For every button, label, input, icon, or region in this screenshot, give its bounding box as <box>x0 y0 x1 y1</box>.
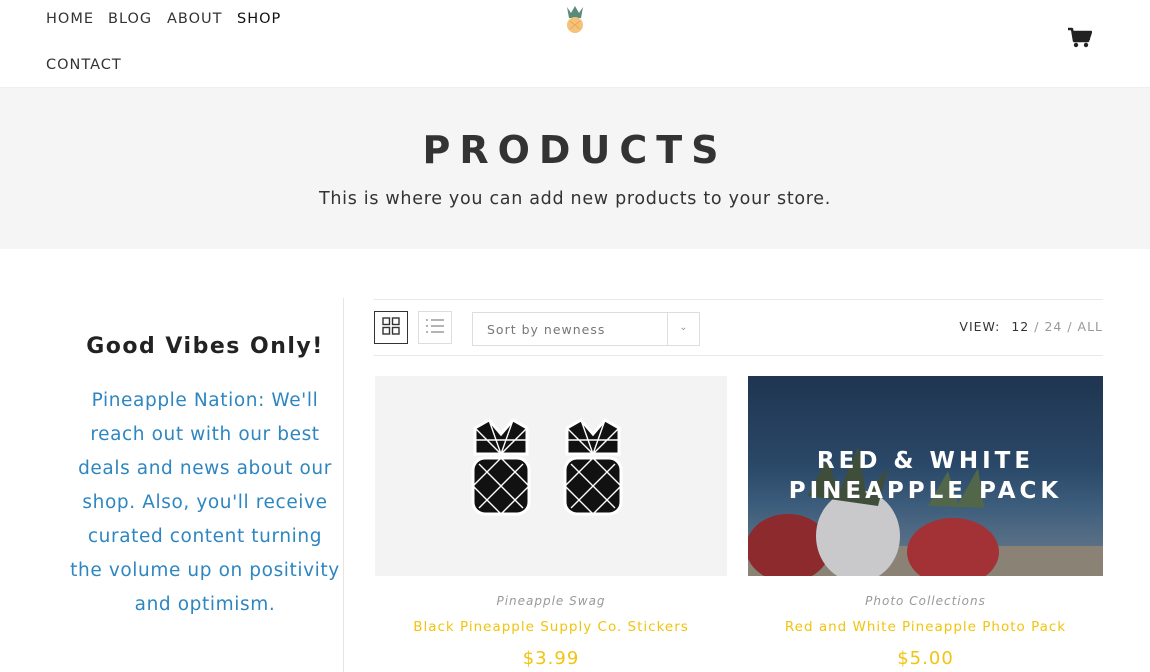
sticker-artwork <box>471 418 623 516</box>
sidebar-text: Pineapple Nation: We'll reach out with o… <box>70 390 340 615</box>
product-price: $5.00 <box>897 648 954 669</box>
product-name[interactable]: Black Pineapple Supply Co. Stickers <box>375 619 727 635</box>
grid-view-icon <box>382 316 400 339</box>
nav-blog[interactable]: BLOG <box>108 11 152 27</box>
sidebar: Good Vibes Only! Pineapple Nation: We'll… <box>60 298 344 672</box>
chevron-down-icon: ⌄ <box>667 313 699 345</box>
image-caption-line-2: PINEAPPLE PACK <box>788 478 1063 504</box>
view-count-separator: / <box>1034 319 1045 334</box>
page-title: PRODUCTS <box>422 128 728 172</box>
view-count-selector: VIEW: 12 / 24 / ALL <box>959 319 1103 334</box>
view-count-24[interactable]: 24 <box>1044 319 1062 334</box>
nav-contact[interactable]: CONTACT <box>46 57 122 73</box>
shopping-cart-icon[interactable] <box>1068 27 1093 49</box>
product-price: $3.99 <box>522 648 580 669</box>
pineapple-logo[interactable] <box>564 3 586 35</box>
product-name[interactable]: Red and White Pineapple Photo Pack <box>748 619 1103 635</box>
shop-toolbar: Sort by newness ⌄ VIEW: 12 / 24 / ALL <box>374 299 1103 356</box>
image-caption-line-1: RED & WHITE <box>816 448 1035 474</box>
nav-shop[interactable]: SHOP <box>237 11 281 27</box>
product-image[interactable]: RED & WHITE PINEAPPLE PACK <box>748 376 1103 576</box>
view-count-label: VIEW: <box>959 319 1001 334</box>
site-header: HOME BLOG ABOUT SHOP CONTACT <box>0 0 1150 88</box>
product-image[interactable] <box>375 376 727 576</box>
list-view-button[interactable] <box>418 311 452 344</box>
product-card: RED & WHITE PINEAPPLE PACK Photo Collect… <box>748 376 1103 669</box>
product-category[interactable]: Pineapple Swag <box>375 594 727 608</box>
product-card: Pineapple Swag Black Pineapple Supply Co… <box>375 376 727 669</box>
list-view-icon <box>425 318 445 337</box>
sort-select[interactable]: Sort by newness ⌄ <box>472 312 700 346</box>
page-banner: PRODUCTS This is where you can add new p… <box>0 88 1150 249</box>
view-count-all[interactable]: ALL <box>1078 319 1103 334</box>
grid-view-button[interactable] <box>374 311 408 344</box>
view-count-12[interactable]: 12 <box>1011 319 1029 334</box>
pineapple-photo <box>748 446 1103 576</box>
view-count-separator: / <box>1067 319 1078 334</box>
sidebar-title: Good Vibes Only! <box>86 334 324 359</box>
product-category[interactable]: Photo Collections <box>748 594 1103 608</box>
nav-home[interactable]: HOME <box>46 11 94 27</box>
nav-about[interactable]: ABOUT <box>167 11 223 27</box>
sort-label: Sort by newness <box>487 322 606 337</box>
page-subtitle: This is where you can add new products t… <box>318 189 832 209</box>
